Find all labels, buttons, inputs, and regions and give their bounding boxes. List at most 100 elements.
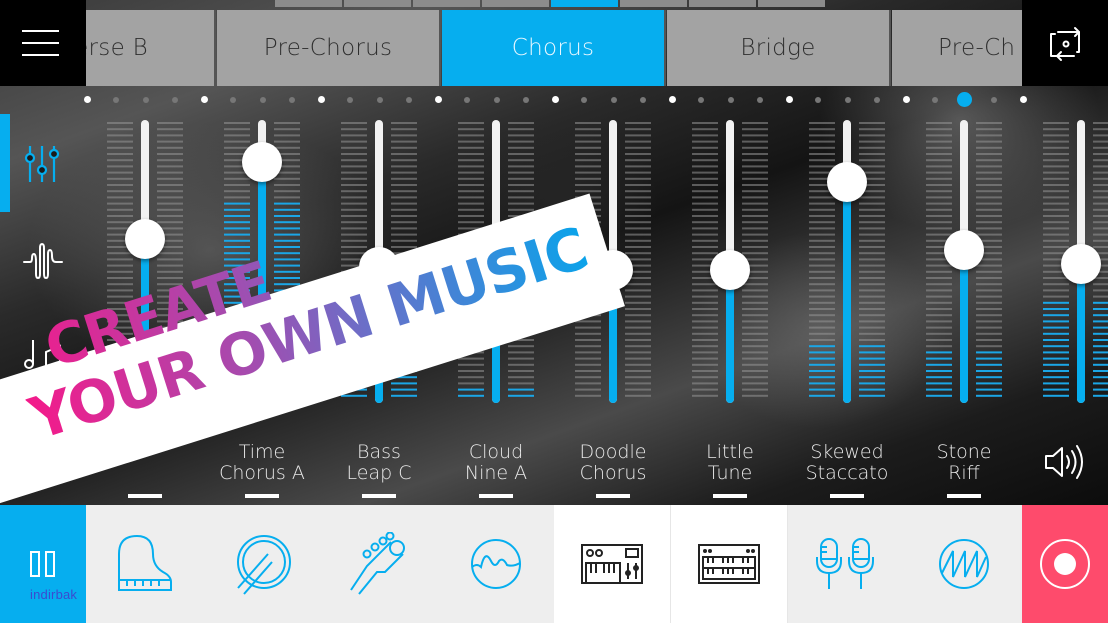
instrument-sawtooth[interactable] bbox=[905, 505, 1022, 623]
meter-segment-lit bbox=[809, 363, 835, 366]
fader-knob[interactable] bbox=[827, 162, 867, 203]
meter-segment bbox=[508, 159, 534, 162]
meter-segment bbox=[1043, 146, 1069, 149]
meter-segment bbox=[107, 153, 133, 155]
meter-segment bbox=[859, 153, 885, 155]
level-meter-right bbox=[859, 122, 885, 397]
meter-segment bbox=[575, 388, 601, 391]
minimap-segment[interactable] bbox=[620, 0, 687, 7]
meter-segment-lit bbox=[224, 246, 250, 248]
master-volume-button[interactable] bbox=[1042, 442, 1088, 482]
instrument-synth-1[interactable] bbox=[554, 505, 671, 623]
meter-segment bbox=[391, 159, 417, 162]
instrument-vocals[interactable] bbox=[788, 505, 905, 623]
beat-dot bbox=[259, 97, 266, 103]
meter-segment-lit bbox=[1093, 339, 1108, 341]
minimap-segment[interactable] bbox=[482, 0, 549, 7]
meter-segment bbox=[692, 202, 718, 205]
meter-segment bbox=[575, 122, 601, 124]
tab-chorus[interactable]: Chorus bbox=[442, 10, 666, 86]
drum-icon bbox=[236, 535, 291, 595]
song-minimap[interactable] bbox=[0, 0, 1108, 9]
meter-segment-lit bbox=[926, 376, 952, 379]
minimap-segment[interactable] bbox=[551, 0, 618, 7]
minimap-segment[interactable] bbox=[758, 0, 825, 7]
channel-fader[interactable] bbox=[926, 120, 1002, 406]
meter-segment bbox=[976, 345, 1002, 348]
meter-segment bbox=[1043, 289, 1069, 292]
channel-mute-toggle[interactable] bbox=[830, 494, 864, 498]
fader-knob[interactable] bbox=[710, 249, 750, 290]
pause-icon bbox=[30, 551, 55, 577]
channel-fader[interactable] bbox=[1043, 120, 1108, 406]
meter-segment bbox=[859, 140, 885, 143]
meter-segment bbox=[976, 295, 1002, 298]
channel-mute-toggle[interactable] bbox=[596, 494, 630, 498]
meter-segment bbox=[926, 215, 952, 217]
meter-segment bbox=[1093, 196, 1108, 199]
channel-mute-toggle[interactable] bbox=[947, 494, 981, 498]
meter-segment bbox=[692, 128, 718, 131]
meter-segment bbox=[809, 289, 835, 292]
minimap-segment[interactable] bbox=[275, 0, 342, 7]
loop-button[interactable] bbox=[1046, 24, 1086, 64]
meter-segment bbox=[692, 370, 718, 372]
channel-mute-toggle[interactable] bbox=[245, 494, 279, 498]
meter-segment bbox=[926, 128, 952, 131]
grand-piano-icon bbox=[117, 534, 172, 591]
meter-segment bbox=[926, 202, 952, 205]
meter-segment-lit bbox=[926, 357, 952, 360]
meter-segment-lit bbox=[1043, 314, 1069, 317]
meter-segment-lit bbox=[1043, 339, 1069, 341]
minimap-segment[interactable] bbox=[413, 0, 480, 7]
meter-segment bbox=[926, 196, 952, 199]
sidebar-item-effects[interactable] bbox=[22, 240, 66, 284]
minimap-segment[interactable] bbox=[689, 0, 756, 7]
channel-mute-toggle[interactable] bbox=[713, 494, 747, 498]
hamburger-line bbox=[22, 42, 59, 44]
instrument-piano[interactable] bbox=[86, 505, 203, 623]
meter-segment bbox=[692, 177, 718, 180]
synthesizer-icon bbox=[581, 544, 643, 584]
meter-segment bbox=[1043, 184, 1069, 186]
meter-segment bbox=[926, 301, 952, 304]
meter-segment bbox=[341, 202, 367, 205]
meter-segment bbox=[224, 196, 250, 199]
sidebar-item-mixer[interactable] bbox=[22, 142, 66, 186]
fader-knob[interactable] bbox=[944, 230, 984, 271]
minimap-segment[interactable] bbox=[344, 0, 411, 7]
meter-segment bbox=[107, 184, 133, 186]
channel-fader[interactable] bbox=[692, 120, 768, 406]
channel-mute-toggle[interactable] bbox=[128, 494, 162, 498]
tab-pre-chorus[interactable]: Pre-Chorus bbox=[217, 10, 441, 86]
meter-segment bbox=[157, 146, 183, 149]
channel-fader[interactable] bbox=[809, 120, 885, 406]
meter-segment bbox=[341, 196, 367, 199]
meter-segment bbox=[742, 320, 768, 323]
meter-segment bbox=[859, 196, 885, 199]
meter-segment-lit bbox=[224, 202, 250, 205]
meter-segment bbox=[107, 258, 133, 261]
channel-mute-toggle[interactable] bbox=[362, 494, 396, 498]
meter-segment bbox=[1093, 171, 1108, 174]
menu-area bbox=[0, 0, 86, 86]
channel-mute-toggle[interactable] bbox=[479, 494, 513, 498]
meter-segment bbox=[391, 165, 417, 168]
pause-button[interactable]: indirbak bbox=[0, 505, 86, 623]
instrument-synth-2[interactable] bbox=[671, 505, 788, 623]
instrument-fx[interactable] bbox=[437, 505, 554, 623]
menu-button[interactable] bbox=[22, 28, 62, 58]
hamburger-line bbox=[22, 54, 59, 56]
meter-segment bbox=[107, 283, 133, 286]
meter-segment bbox=[107, 165, 133, 168]
meter-segment bbox=[859, 215, 885, 217]
meter-segment bbox=[508, 357, 534, 360]
instrument-bass[interactable] bbox=[320, 505, 437, 623]
instrument-drums[interactable] bbox=[203, 505, 320, 623]
meter-segment bbox=[692, 314, 718, 317]
tab-bridge[interactable]: Bridge bbox=[667, 10, 891, 86]
fader-knob[interactable] bbox=[125, 218, 165, 259]
meter-segment bbox=[976, 177, 1002, 180]
record-button[interactable] bbox=[1022, 505, 1108, 623]
meter-segment bbox=[1093, 295, 1108, 298]
